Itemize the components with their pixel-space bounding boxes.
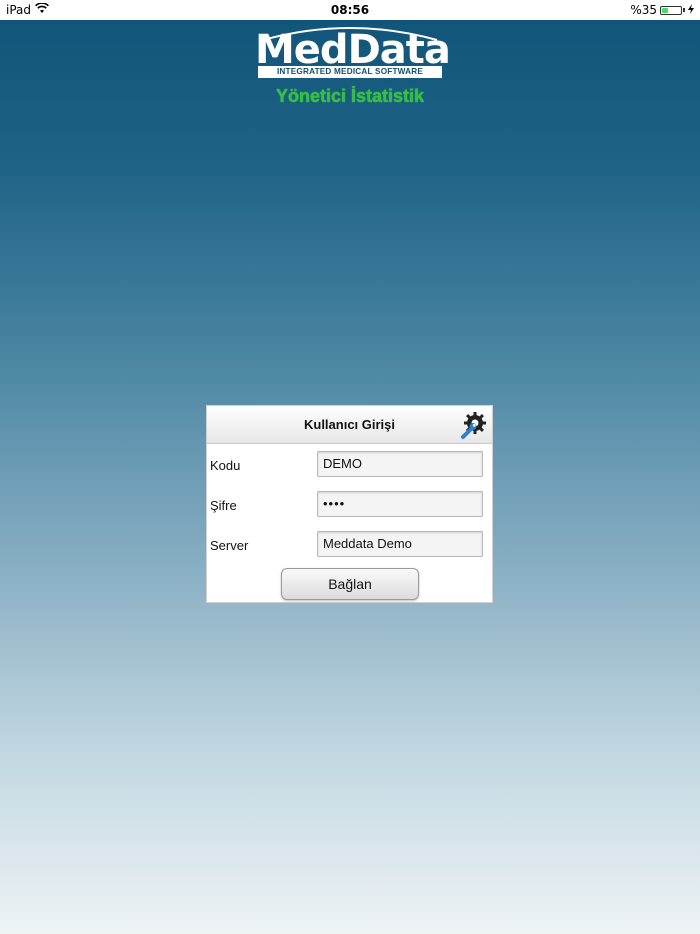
server-input[interactable]: Meddata Demo [317, 531, 483, 557]
battery-percent: %35 [630, 3, 657, 17]
server-label: Server [210, 538, 249, 553]
status-bar: iPad 08:56 %35 [0, 0, 700, 20]
login-title: Kullanıcı Girişi [303, 417, 396, 432]
app-title: Yönetici İstatistik [275, 86, 425, 106]
battery-tip [683, 8, 685, 12]
login-panel: Kullanıcı Girişi Kodu DEMO Şifre •••• Se… [206, 405, 493, 603]
settings-icon[interactable] [458, 410, 488, 440]
charging-icon [688, 3, 694, 17]
connect-button[interactable]: Bağlan [281, 568, 419, 600]
status-time: 08:56 [330, 3, 370, 17]
meddata-logo: MedData INTEGRATED MEDICAL SOFTWARE [255, 22, 451, 82]
password-input[interactable]: •••• [317, 491, 483, 517]
logo-tagline: INTEGRATED MEDICAL SOFTWARE [258, 66, 442, 78]
code-input[interactable]: DEMO [317, 451, 483, 477]
code-label: Kodu [210, 458, 241, 473]
login-panel-header: Kullanıcı Girişi [207, 406, 492, 444]
battery-icon [660, 5, 682, 15]
status-right: %35 [630, 3, 694, 17]
password-label: Şifre [210, 498, 237, 513]
